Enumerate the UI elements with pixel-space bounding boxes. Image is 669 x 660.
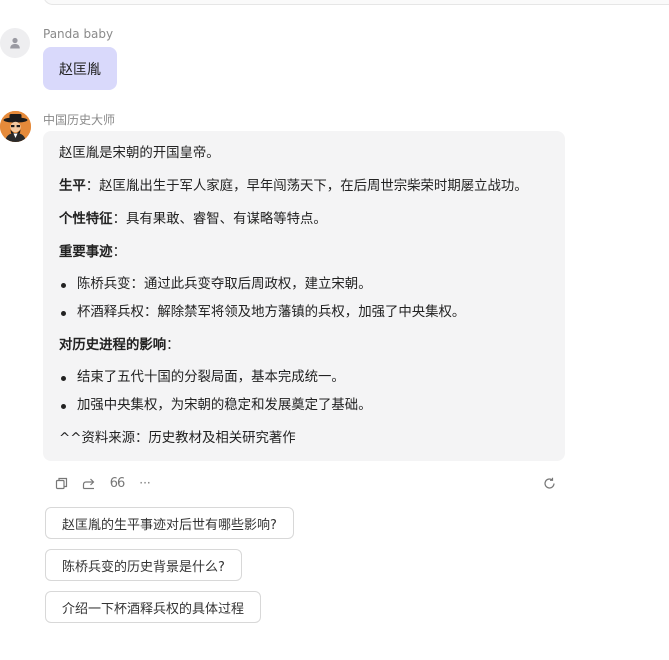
events-colon: ： bbox=[112, 245, 126, 260]
quote-icon: 66 bbox=[109, 475, 126, 491]
life-label: 生平 bbox=[59, 179, 86, 194]
regenerate-button[interactable] bbox=[540, 474, 558, 492]
suggestion-button[interactable]: 介绍一下杯酒释兵权的具体过程 bbox=[45, 591, 262, 623]
answer-life: 生平：赵匡胤出生于军人家庭，早年闯荡天下，在后周世宗柴荣时期屡立战功。 bbox=[59, 180, 528, 193]
refresh-icon bbox=[543, 477, 555, 489]
life-text: ：赵匡胤出生于军人家庭，早年闯荡天下，在后周世宗柴荣时期屡立战功。 bbox=[85, 179, 528, 194]
chat-page: Panda baby 赵匡胤 中国历史大师 赵匡胤是宋朝的开国皇帝。 生平：赵匡… bbox=[0, 0, 669, 660]
more-button[interactable]: ··· bbox=[136, 474, 154, 492]
user-name: Panda baby bbox=[43, 27, 114, 41]
more-icon: ··· bbox=[139, 476, 151, 490]
list-item: 加强中央集权，为宋朝的稳定和发展奠定了基础。 bbox=[61, 398, 372, 413]
suggestion-button[interactable]: 陈桥兵变的历史背景是什么? bbox=[45, 549, 242, 581]
suggestion-button[interactable]: 赵匡胤的生平事迹对后世有哪些影响? bbox=[45, 507, 294, 539]
assistant-name: 中国历史大师 bbox=[43, 113, 116, 127]
impact-heading: 对历史进程的影响： bbox=[59, 339, 180, 352]
impact-item: 加强中央集权，为宋朝的稳定和发展奠定了基础。 bbox=[77, 398, 372, 413]
user-message-bubble: 赵匡胤 bbox=[43, 47, 117, 90]
impact-label: 对历史进程的影响 bbox=[59, 338, 167, 353]
events-heading: 重要事迹： bbox=[59, 246, 126, 259]
share-button[interactable] bbox=[80, 474, 98, 492]
answer-intro: 赵匡胤是宋朝的开国皇帝。 bbox=[59, 146, 220, 161]
traits-text: ：具有果敢、睿智、有谋略等特点。 bbox=[112, 212, 327, 227]
share-icon bbox=[82, 478, 95, 489]
traits-label: 个性特征 bbox=[59, 212, 113, 227]
assistant-message-bubble: 赵匡胤是宋朝的开国皇帝。 生平：赵匡胤出生于军人家庭，早年闯荡天下，在后周世宗柴… bbox=[43, 131, 565, 461]
event-item: 陈桥兵变：通过此兵变夺取后周政权，建立宋朝。 bbox=[77, 277, 372, 292]
answer-source: ^^资料来源：历史教材及相关研究著作 bbox=[59, 431, 296, 446]
event-item: 杯酒释兵权：解除禁军将领及地方藩镇的兵权，加强了中央集权。 bbox=[77, 305, 466, 320]
message-actions: 66 ··· bbox=[52, 474, 164, 492]
quote-button[interactable]: 66 bbox=[108, 474, 126, 492]
copy-button[interactable] bbox=[52, 474, 70, 492]
user-icon bbox=[10, 37, 20, 49]
copy-icon bbox=[55, 477, 67, 489]
historian-avatar-icon bbox=[0, 111, 31, 142]
user-avatar bbox=[0, 28, 30, 58]
previous-card-edge bbox=[43, 0, 669, 5]
list-item: 杯酒释兵权：解除禁军将领及地方藩镇的兵权，加强了中央集权。 bbox=[60, 305, 466, 320]
impact-item: 结束了五代十国的分裂局面，基本完成统一。 bbox=[77, 370, 345, 385]
answer-traits: 个性特征：具有果敢、睿智、有谋略等特点。 bbox=[59, 213, 327, 226]
list-item: 陈桥兵变：通过此兵变夺取后周政权，建立宋朝。 bbox=[61, 277, 372, 292]
assistant-avatar bbox=[0, 111, 31, 142]
list-item: 结束了五代十国的分裂局面，基本完成统一。 bbox=[61, 370, 345, 385]
impact-colon: ： bbox=[166, 338, 180, 353]
events-label: 重要事迹 bbox=[59, 245, 113, 260]
